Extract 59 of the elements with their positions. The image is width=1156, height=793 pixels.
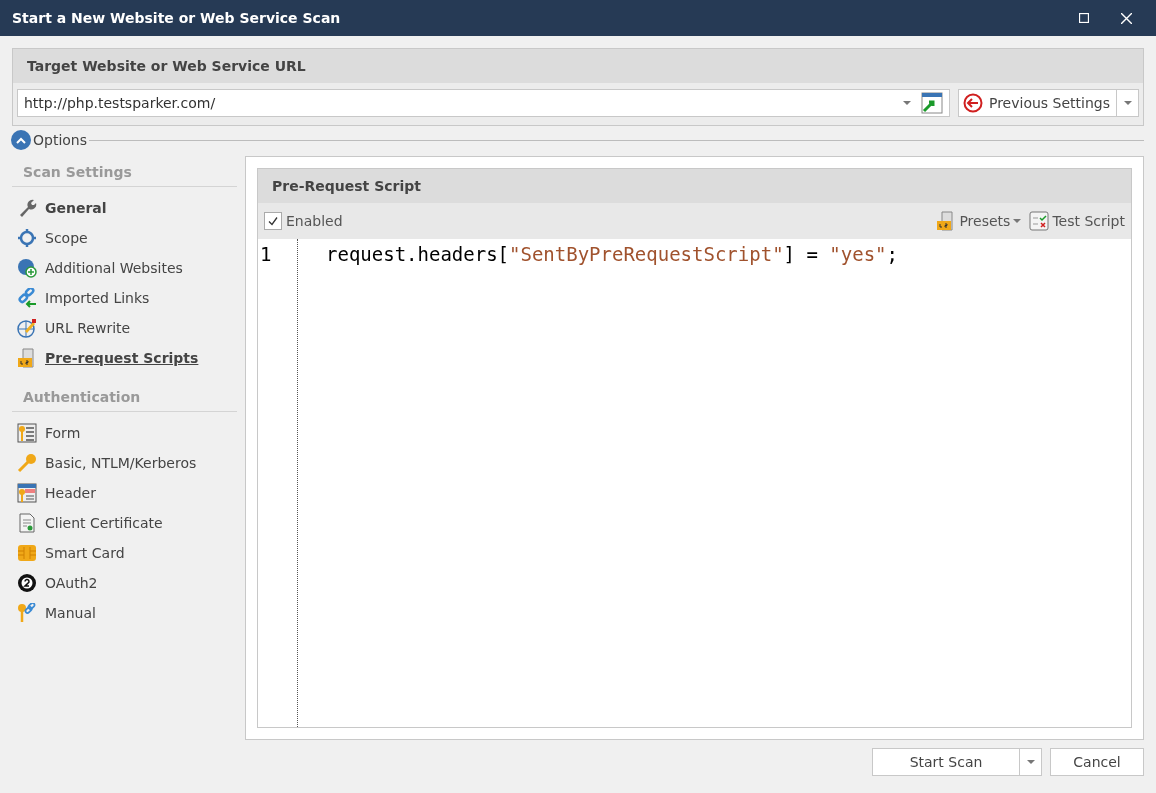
url-combo-field[interactable]: http://php.testsparker.com/	[17, 89, 950, 117]
badge-two-icon	[17, 573, 37, 593]
sidebar-item[interactable]: Basic, NTLM/Kerberos	[12, 448, 237, 478]
sidebar-item[interactable]: Pre-request Scripts	[12, 343, 237, 373]
chevron-icon	[16, 136, 26, 144]
crosshair-icon	[17, 228, 37, 248]
sidebar-item-label: Pre-request Scripts	[45, 350, 199, 366]
presets-button[interactable]: Presets	[936, 211, 1022, 231]
caret-icon	[1013, 218, 1022, 224]
sidebar-item[interactable]: Header	[12, 478, 237, 508]
sidebar-item[interactable]: Manual	[12, 598, 237, 628]
close-icon	[1120, 12, 1132, 24]
sidebar-item[interactable]: Additional Websites	[12, 253, 237, 283]
sidebar-item[interactable]: Client Certificate	[12, 508, 237, 538]
line-number: 1	[259, 243, 273, 267]
sidebar-item[interactable]: URL Rewrite	[12, 313, 237, 343]
sidebar-item[interactable]: Imported Links	[12, 283, 237, 313]
sidebar-item-label: Manual	[45, 605, 96, 621]
key-link-icon	[17, 603, 37, 623]
sidebar-item-label: Scope	[45, 230, 88, 246]
checkbox-label: Enabled	[286, 213, 343, 229]
sidebar-section-heading: Scan Settings	[12, 156, 237, 187]
maximize-icon	[1079, 13, 1089, 23]
chip-card-icon	[17, 543, 37, 563]
sidebar-item-label: Client Certificate	[45, 515, 163, 531]
form-key-icon	[17, 423, 37, 443]
options-label: Options	[33, 132, 88, 148]
sidebar-item[interactable]: Smart Card	[12, 538, 237, 568]
sidebar-item-label: Smart Card	[45, 545, 125, 561]
sidebar-item-label: General	[45, 200, 107, 216]
sidebar-item-label: URL Rewrite	[45, 320, 131, 336]
sidebar-item-label: Form	[45, 425, 81, 441]
checklist-icon	[1029, 211, 1050, 231]
test-script-button[interactable]: Test Script	[1029, 211, 1125, 231]
caret-icon	[1123, 100, 1132, 106]
panel-heading: Pre-Request Script	[258, 169, 1131, 203]
sidebar-section-heading: Authentication	[12, 381, 237, 412]
certificate-icon	[17, 513, 37, 533]
key-icon	[17, 453, 37, 473]
sidebar-item[interactable]: Scope	[12, 223, 237, 253]
globe-pencil-icon	[17, 318, 37, 338]
sidebar-item[interactable]: Form	[12, 418, 237, 448]
caret-icon	[902, 100, 911, 106]
group-heading: Target Website or Web Service URL	[13, 49, 1143, 83]
options-toggle-button[interactable]	[11, 130, 31, 150]
sidebar-item-label: Header	[45, 485, 96, 501]
sidebar-item[interactable]: OAuth2	[12, 568, 237, 598]
window-title: Start a New Website or Web Service Scan	[12, 10, 342, 26]
code-line: request.headers["SentByPreRequestScript"] = "yes";	[326, 243, 898, 267]
sidebar-item-label: Basic, NTLM/Kerberos	[45, 455, 197, 471]
sidebar-item-label: Additional Websites	[45, 260, 183, 276]
sidebar-item-label: OAuth2	[45, 575, 98, 591]
link-arrow-icon	[17, 288, 37, 308]
cancel-button[interactable]: Cancel	[1050, 748, 1144, 776]
sidebar-item[interactable]: General	[12, 193, 237, 223]
sidebar-item-label: Imported Links	[45, 290, 150, 306]
caret-icon	[1026, 759, 1035, 765]
enabled-checkbox[interactable]: Enabled	[264, 212, 343, 230]
header-key-icon	[17, 483, 37, 503]
